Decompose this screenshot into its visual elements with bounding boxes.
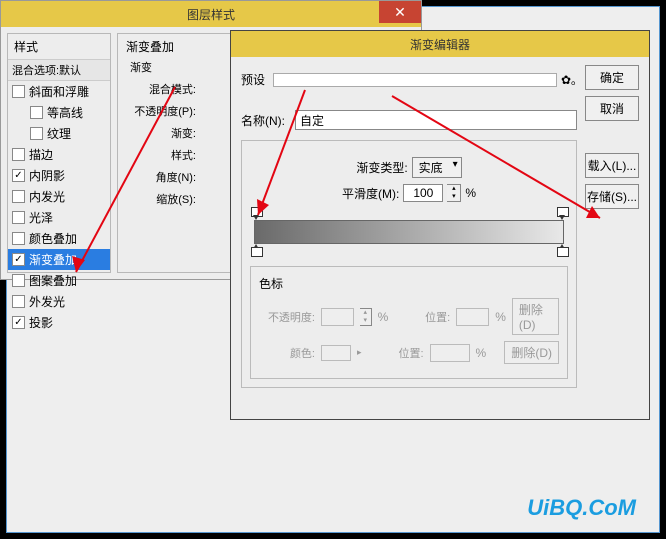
swatch-fieldset: 色标 不透明度: ▴▾ % 位置: % 删除(D) 颜色: ▸ <box>250 266 568 379</box>
delete-color-button: 删除(D) <box>504 341 559 364</box>
layer-style-title: 图层样式 <box>1 6 421 23</box>
style-label: 外发光 <box>29 293 65 310</box>
stop-opacity-label: 不透明度: <box>259 309 315 325</box>
gradient-editor-titlebar: 渐变编辑器 <box>231 31 649 57</box>
percent-label: % <box>465 186 476 200</box>
style-label: 等高线 <box>47 104 83 121</box>
style-item-10[interactable]: 外发光 <box>8 291 110 312</box>
style-checkbox[interactable] <box>12 316 25 329</box>
style-label: 内阴影 <box>29 167 65 184</box>
stop-color-label: 颜色: <box>259 345 315 361</box>
gradient-editor-window: 渐变编辑器 预设 ✿｡ 名称(N): 渐变类型: 实底 平滑度(M): <box>230 30 650 420</box>
style-checkbox[interactable] <box>12 169 25 182</box>
style-label: 图案叠加 <box>29 272 77 289</box>
ok-button[interactable]: 确定 <box>585 65 639 90</box>
type-label: 渐变类型: <box>356 159 407 176</box>
blend-mode-label: 混合模式: <box>126 81 196 97</box>
style-checkbox[interactable] <box>12 85 25 98</box>
style-item-1[interactable]: 等高线 <box>8 102 110 123</box>
style-item-9[interactable]: 图案叠加 <box>8 270 110 291</box>
gradient-editor-title: 渐变编辑器 <box>231 36 649 53</box>
style-checkbox[interactable] <box>12 190 25 203</box>
opacity-stop-right[interactable] <box>557 207 567 219</box>
stop-opacity-input <box>321 308 354 326</box>
style-checkbox[interactable] <box>12 211 25 224</box>
color-stop-left[interactable] <box>251 245 261 257</box>
gear-icon[interactable]: ✿｡ <box>561 71 577 88</box>
style-label: 斜面和浮雕 <box>29 83 89 100</box>
style-checkbox[interactable] <box>12 295 25 308</box>
stop-position-input-2 <box>430 344 470 362</box>
gradient-label: 渐变: <box>126 125 196 141</box>
styles-panel: 样式 混合选项:默认 斜面和浮雕等高线纹理描边内阴影内发光光泽颜色叠加渐变叠加图… <box>7 33 111 273</box>
style-label: 纹理 <box>47 125 71 142</box>
style-item-6[interactable]: 光泽 <box>8 207 110 228</box>
style-checkbox[interactable] <box>12 253 25 266</box>
style-item-4[interactable]: 内阴影 <box>8 165 110 186</box>
layer-style-titlebar: 图层样式 ✕ <box>1 1 421 27</box>
styles-header[interactable]: 样式 <box>8 34 110 59</box>
gradient-bar[interactable] <box>254 220 564 244</box>
opacity-label: 不透明度(P): <box>126 103 196 119</box>
close-button[interactable]: ✕ <box>379 1 421 23</box>
angle-label: 角度(N): <box>126 169 196 185</box>
styles-blend-default[interactable]: 混合选项:默认 <box>8 59 110 81</box>
style-label: 颜色叠加 <box>29 230 77 247</box>
style-item-0[interactable]: 斜面和浮雕 <box>8 81 110 102</box>
stop-color-swatch <box>321 345 351 361</box>
style-checkbox[interactable] <box>12 232 25 245</box>
style-label: 渐变叠加 <box>29 251 77 268</box>
cancel-button[interactable]: 取消 <box>585 96 639 121</box>
stop-position-label-2: 位置: <box>368 345 424 361</box>
scale-label: 缩放(S): <box>126 191 196 207</box>
style-item-2[interactable]: 纹理 <box>8 123 110 144</box>
color-stop-right[interactable] <box>557 245 567 257</box>
delete-opacity-button: 删除(D) <box>512 298 559 335</box>
save-button[interactable]: 存储(S)... <box>585 184 639 209</box>
style-item-3[interactable]: 描边 <box>8 144 110 165</box>
stop-position-label-1: 位置: <box>394 309 450 325</box>
style-item-11[interactable]: 投影 <box>8 312 110 333</box>
smooth-spinner[interactable]: ▴▾ <box>447 184 461 202</box>
opacity-stop-left[interactable] <box>251 207 261 219</box>
style-checkbox[interactable] <box>12 148 25 161</box>
style-item-8[interactable]: 渐变叠加 <box>8 249 110 270</box>
style-item-7[interactable]: 颜色叠加 <box>8 228 110 249</box>
name-label: 名称(N): <box>241 112 291 129</box>
style-checkbox[interactable] <box>12 274 25 287</box>
style-label: 内发光 <box>29 188 65 205</box>
name-input[interactable] <box>295 110 577 130</box>
stop-opacity-spinner: ▴▾ <box>360 308 372 326</box>
swatch-header: 色标 <box>259 275 559 292</box>
gradient-type-fieldset: 渐变类型: 实底 平滑度(M): ▴▾ % 色标 <box>241 140 577 388</box>
preset-label: 预设 <box>241 71 265 88</box>
style-item-5[interactable]: 内发光 <box>8 186 110 207</box>
style-label: 光泽 <box>29 209 53 226</box>
watermark: UiBQ.CoM <box>527 495 636 521</box>
style-checkbox[interactable] <box>30 106 43 119</box>
style-checkbox[interactable] <box>30 127 43 140</box>
smooth-label: 平滑度(M): <box>342 185 399 202</box>
load-button[interactable]: 载入(L)... <box>585 153 639 178</box>
style-label: 样式: <box>126 147 196 163</box>
type-select[interactable]: 实底 <box>412 157 462 178</box>
smooth-input[interactable] <box>403 184 443 202</box>
style-label: 描边 <box>29 146 53 163</box>
style-label: 投影 <box>29 314 53 331</box>
stop-position-input-1 <box>456 308 489 326</box>
preset-area[interactable] <box>273 73 557 87</box>
